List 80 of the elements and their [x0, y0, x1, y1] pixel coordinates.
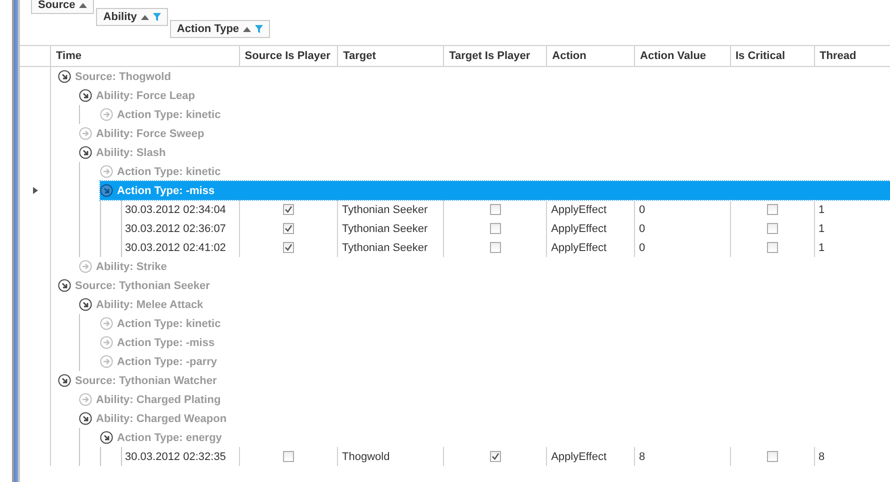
table-cell: 0 [634, 219, 730, 238]
expand-icon[interactable] [100, 336, 113, 349]
group-chip[interactable]: Source [31, 0, 94, 14]
group-row[interactable]: Ability: Strike [79, 257, 171, 276]
checkbox[interactable] [282, 242, 294, 253]
collapse-icon[interactable] [58, 374, 71, 387]
checkbox[interactable] [766, 204, 778, 215]
group-row[interactable]: Ability: Force Leap [79, 86, 200, 105]
collapse-icon[interactable] [100, 431, 113, 444]
collapse-icon[interactable] [79, 412, 92, 425]
expand-icon[interactable] [100, 108, 113, 121]
checkbox[interactable] [490, 451, 501, 462]
group-row[interactable]: Action Type: -miss [100, 181, 890, 200]
expand-icon[interactable] [79, 393, 92, 406]
group-row[interactable]: Ability: Slash [79, 143, 170, 162]
sort-ascending-icon [79, 2, 88, 8]
group-row[interactable]: Ability: Force Sweep [79, 124, 208, 143]
row-indicator-icon [32, 187, 38, 194]
expand-icon[interactable] [100, 317, 113, 330]
table-cell: Tythonian Seeker [337, 219, 444, 238]
group-row[interactable]: Action Type: -parry [100, 352, 222, 371]
table-cell: 1 [814, 219, 890, 238]
collapse-icon[interactable] [79, 89, 92, 102]
group-row[interactable]: Ability: Charged Plating [79, 390, 225, 409]
table-cell: Tythonian Seeker [337, 200, 444, 219]
checkbox[interactable] [282, 204, 294, 215]
table-cell: 30.03.2012 02:32:35 [121, 447, 239, 466]
table-cell: ApplyEffect [546, 238, 634, 257]
checkbox[interactable] [490, 242, 501, 253]
group-row[interactable]: Source: Tythonian Seeker [58, 276, 214, 295]
table-cell: 8 [814, 447, 890, 466]
group-row[interactable]: Source: Tythonian Watcher [58, 371, 221, 390]
table-cell: ApplyEffect [546, 447, 634, 466]
group-row[interactable]: Ability: Melee Attack [79, 295, 208, 314]
group-chip[interactable]: Action Type [170, 20, 270, 38]
column-header[interactable]: Time [50, 46, 239, 66]
collapse-icon[interactable] [79, 298, 92, 311]
table-cell: 8 [634, 447, 730, 466]
group-row[interactable]: Action Type: energy [100, 428, 226, 447]
group-row[interactable]: Ability: Charged Weapon [79, 409, 231, 428]
checkbox[interactable] [766, 242, 778, 253]
checkbox[interactable] [490, 204, 501, 215]
table-cell: 0 [634, 200, 730, 219]
sort-ascending-icon [243, 26, 252, 32]
checkbox[interactable] [766, 451, 778, 462]
table-cell: ApplyEffect [546, 219, 634, 238]
table-cell: 1 [814, 200, 890, 219]
table-cell: 30.03.2012 02:34:04 [121, 200, 239, 219]
group-chip[interactable]: Ability [96, 8, 168, 26]
collapse-icon[interactable] [79, 146, 92, 159]
table-cell: 30.03.2012 02:36:07 [121, 219, 239, 238]
table-cell: Thogwold [337, 447, 444, 466]
column-header[interactable]: Action Value [634, 46, 730, 66]
group-row[interactable]: Action Type: kinetic [100, 314, 225, 333]
collapse-icon[interactable] [58, 279, 71, 292]
column-header[interactable]: Is Critical [730, 46, 814, 66]
group-row[interactable]: Source: Thogwold [58, 67, 175, 86]
checkbox[interactable] [766, 223, 778, 234]
group-row[interactable]: Action Type: -miss [100, 333, 219, 352]
table-cell: 30.03.2012 02:41:02 [121, 238, 239, 257]
table-cell: 1 [814, 238, 890, 257]
checkbox[interactable] [282, 451, 294, 462]
column-header[interactable]: Source Is Player [238, 46, 338, 66]
column-header[interactable]: Target Is Player [443, 46, 546, 66]
checkbox[interactable] [282, 223, 294, 234]
group-row[interactable]: Action Type: kinetic [100, 105, 225, 124]
table-cell: 0 [634, 238, 730, 257]
table-cell: ApplyEffect [546, 200, 634, 219]
group-row[interactable]: Action Type: kinetic [100, 162, 225, 181]
column-header[interactable]: Action [546, 46, 634, 66]
collapse-icon[interactable] [58, 70, 71, 83]
column-header[interactable]: Target [337, 46, 444, 66]
table-cell: Tythonian Seeker [337, 238, 444, 257]
column-header[interactable]: Thread [814, 46, 890, 66]
sort-ascending-icon [140, 14, 149, 20]
expand-icon[interactable] [100, 355, 113, 368]
expand-icon[interactable] [79, 127, 92, 140]
checkbox[interactable] [490, 223, 501, 234]
expand-icon[interactable] [79, 260, 92, 273]
expand-icon[interactable] [100, 165, 113, 178]
